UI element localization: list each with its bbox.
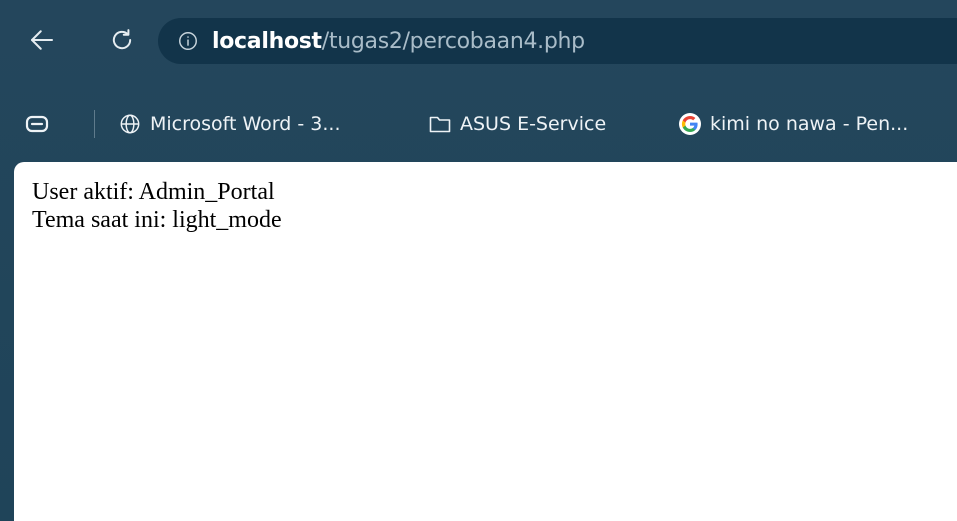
bookmark-label: kimi no nawa - Pen... — [710, 113, 909, 135]
bookmarks-separator — [94, 110, 95, 138]
url-path: /tugas2/percobaan4.php — [321, 28, 585, 54]
browser-window: localhost/tugas2/percobaan4.php Microsof… — [0, 0, 957, 521]
browser-toolbar: localhost/tugas2/percobaan4.php — [0, 0, 957, 94]
site-info-button[interactable] — [176, 29, 200, 53]
folder-icon — [428, 112, 452, 136]
tab-search-button[interactable] — [24, 112, 50, 136]
current-theme-text: Tema saat ini: light_mode — [32, 207, 282, 233]
url-host: localhost — [212, 28, 322, 54]
google-icon — [678, 112, 702, 136]
page-content: User aktif: Admin_Portal Tema saat ini: … — [32, 178, 282, 234]
bookmark-asus-e-service[interactable]: ASUS E-Service — [428, 108, 606, 140]
bookmark-label: Microsoft Word - 3... — [150, 113, 341, 135]
info-circle-icon — [179, 32, 197, 50]
back-button[interactable] — [22, 20, 62, 60]
url-text[interactable]: localhost/tugas2/percobaan4.php — [212, 29, 585, 54]
bookmarks-bar: Microsoft Word - 3... ASUS E-Service kim… — [0, 104, 957, 144]
bookmark-kimi-no-nawa[interactable]: kimi no nawa - Pen... — [678, 108, 908, 140]
globe-icon — [118, 112, 142, 136]
reload-button[interactable] — [102, 20, 142, 60]
tab-search-icon — [25, 115, 49, 133]
active-user-text: User aktif: Admin_Portal — [32, 179, 275, 205]
page-viewport: User aktif: Admin_Portal Tema saat ini: … — [14, 162, 957, 521]
address-bar[interactable]: localhost/tugas2/percobaan4.php — [158, 18, 957, 64]
bookmark-label: ASUS E-Service — [460, 113, 607, 135]
arrow-left-icon — [31, 30, 53, 50]
bookmark-microsoft-word[interactable]: Microsoft Word - 3... — [118, 108, 340, 140]
reload-icon — [112, 29, 132, 50]
